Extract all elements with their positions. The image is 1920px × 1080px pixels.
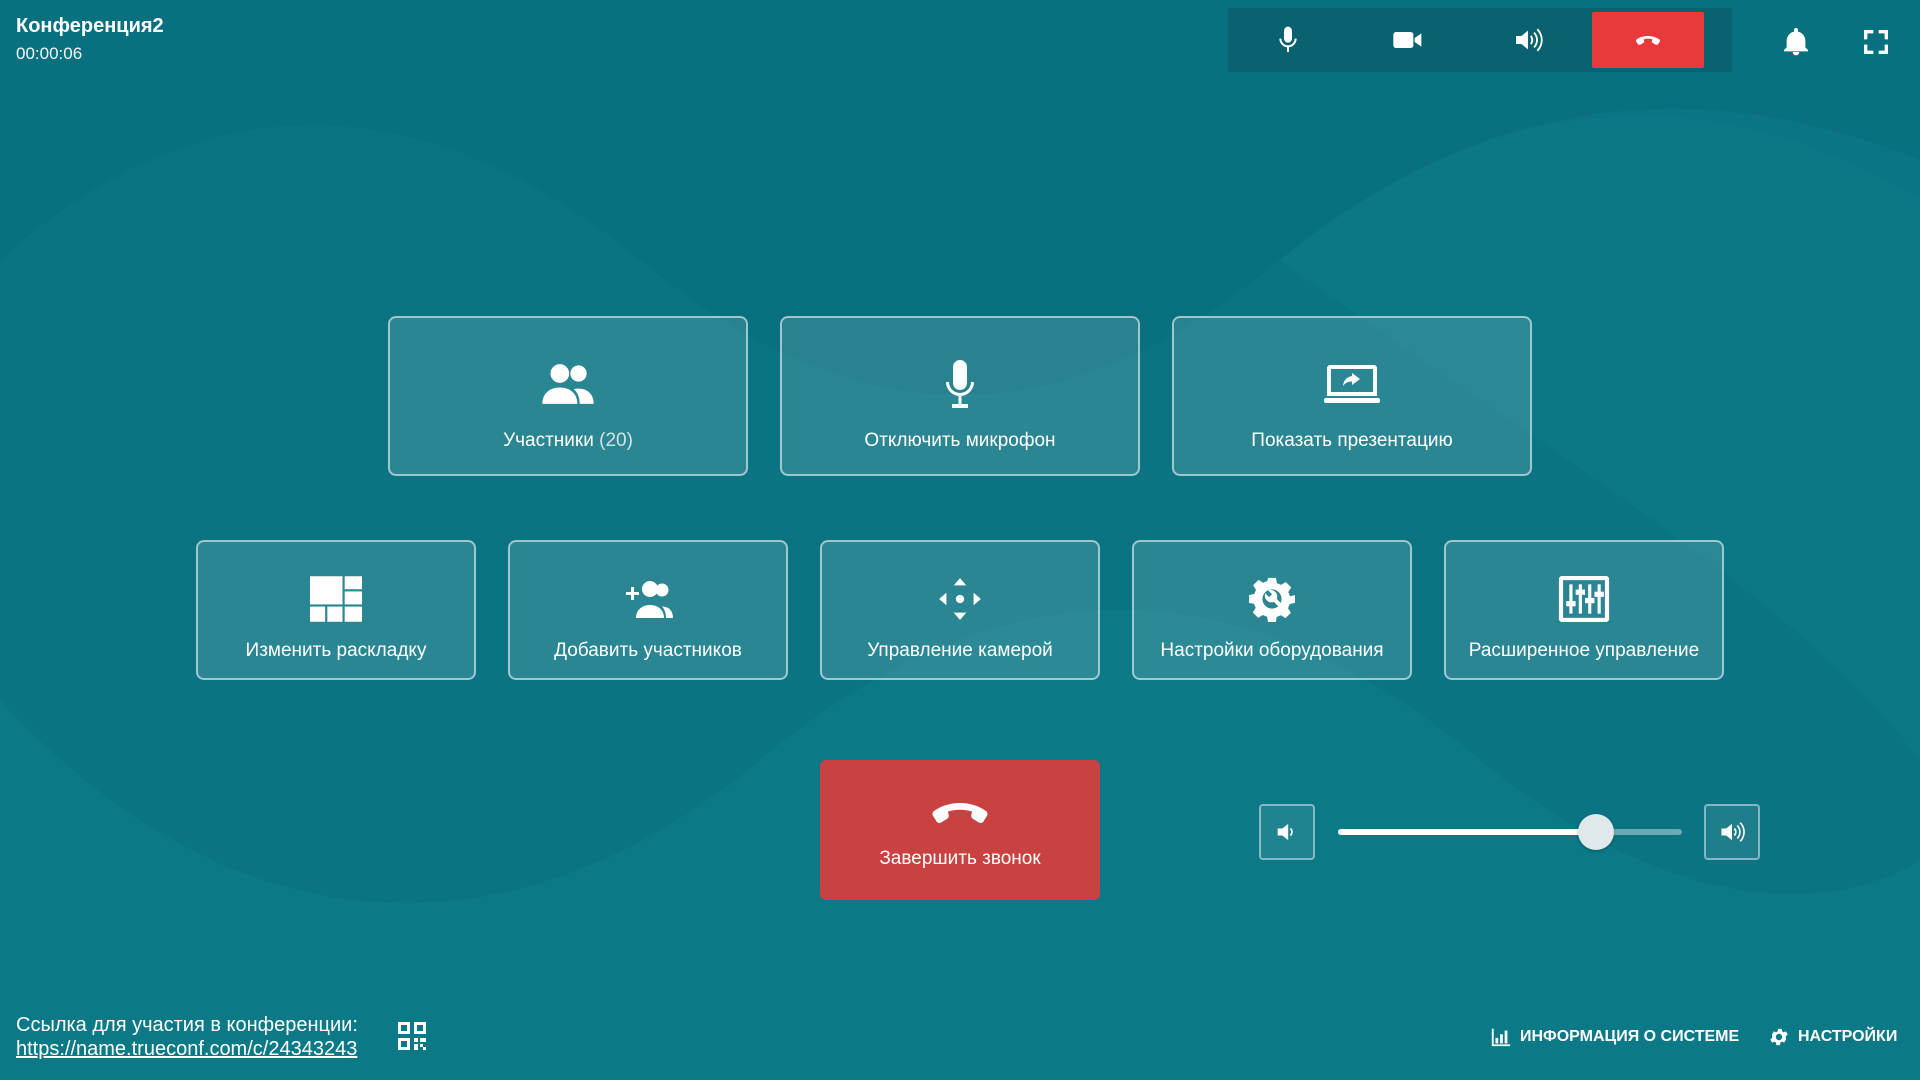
topbar-mic-button[interactable] (1228, 8, 1348, 72)
sliders-icon (1558, 576, 1610, 622)
camera-control-button[interactable]: Управление камерой (820, 540, 1100, 680)
advanced-control-button[interactable]: Расширенное управление (1444, 540, 1724, 680)
conference-link[interactable]: https://name.trueconf.com/c/24343243 (16, 1038, 357, 1061)
gear-icon (1770, 1028, 1788, 1046)
microphone-icon (932, 358, 988, 410)
microphone-icon (1279, 26, 1297, 52)
topbar-speaker-button[interactable] (1468, 8, 1588, 72)
layout-grid-icon (310, 576, 362, 622)
advanced-control-label: Расширенное управление (1468, 640, 1700, 661)
fullscreen-button[interactable] (1856, 22, 1896, 62)
gear-wrench-icon (1246, 576, 1298, 622)
speaker-icon (1516, 28, 1543, 52)
hangup-icon (930, 798, 990, 830)
change-layout-button[interactable]: Изменить раскладку (196, 540, 476, 680)
hardware-settings-button[interactable]: Настройки оборудования (1132, 540, 1412, 680)
end-call-button[interactable]: Завершить звонок (820, 760, 1100, 900)
system-info-button[interactable]: ИНФОРМАЦИЯ О СИСТЕМЕ (1490, 1024, 1739, 1050)
participants-count: (20) (599, 430, 633, 451)
topbar-camera-button[interactable] (1348, 8, 1468, 72)
volume-up-button[interactable] (1704, 804, 1760, 860)
notifications-button[interactable] (1776, 22, 1816, 62)
speaker-high-icon (1721, 822, 1745, 842)
add-participants-button[interactable]: Добавить участников (508, 540, 788, 680)
volume-down-button[interactable] (1259, 804, 1315, 860)
mute-microphone-label: Отключить микрофон (864, 430, 1056, 451)
qr-code-icon (398, 1022, 426, 1050)
hangup-icon (1635, 36, 1661, 45)
participants-text: Участники (503, 430, 594, 451)
screen-share-icon (1324, 358, 1380, 410)
add-user-icon (622, 576, 674, 622)
settings-button[interactable]: НАСТРОЙКИ (1768, 1024, 1897, 1050)
bell-icon (1784, 28, 1808, 56)
conference-link-label: Ссылка для участия в конференции: (16, 1014, 358, 1036)
change-layout-label: Изменить раскладку (245, 640, 427, 661)
camera-control-label: Управление камерой (867, 640, 1053, 661)
participants-icon (540, 358, 596, 410)
show-presentation-label: Показать презентацию (1251, 430, 1453, 451)
end-call-label: Завершить звонок (879, 848, 1041, 869)
mute-microphone-button[interactable]: Отключить микрофон (780, 316, 1140, 476)
settings-label: НАСТРОЙКИ (1798, 1028, 1898, 1045)
add-participants-label: Добавить участников (554, 640, 742, 661)
qr-code-button[interactable] (396, 1020, 428, 1052)
call-timer: 00:00:06 (16, 44, 83, 63)
system-info-label: ИНФОРМАЦИЯ О СИСТЕМЕ (1520, 1028, 1740, 1045)
hardware-settings-label: Настройки оборудования (1160, 640, 1384, 661)
show-presentation-button[interactable]: Показать презентацию (1172, 316, 1532, 476)
topbar-hangup-button[interactable] (1592, 12, 1704, 68)
volume-thumb[interactable] (1578, 814, 1614, 850)
chart-icon (1491, 1028, 1511, 1047)
camera-icon (1393, 32, 1422, 48)
volume-slider[interactable] (1338, 814, 1682, 850)
call-control-bar (1228, 8, 1732, 72)
move-arrows-icon (934, 576, 986, 622)
participants-button[interactable]: Участники (20) (388, 316, 748, 476)
participants-label: Участники (20) (503, 430, 633, 452)
fullscreen-icon (1864, 30, 1888, 54)
conference-title: Конференция2 (16, 15, 164, 37)
volume-fill (1338, 829, 1596, 835)
speaker-low-icon (1277, 823, 1293, 841)
